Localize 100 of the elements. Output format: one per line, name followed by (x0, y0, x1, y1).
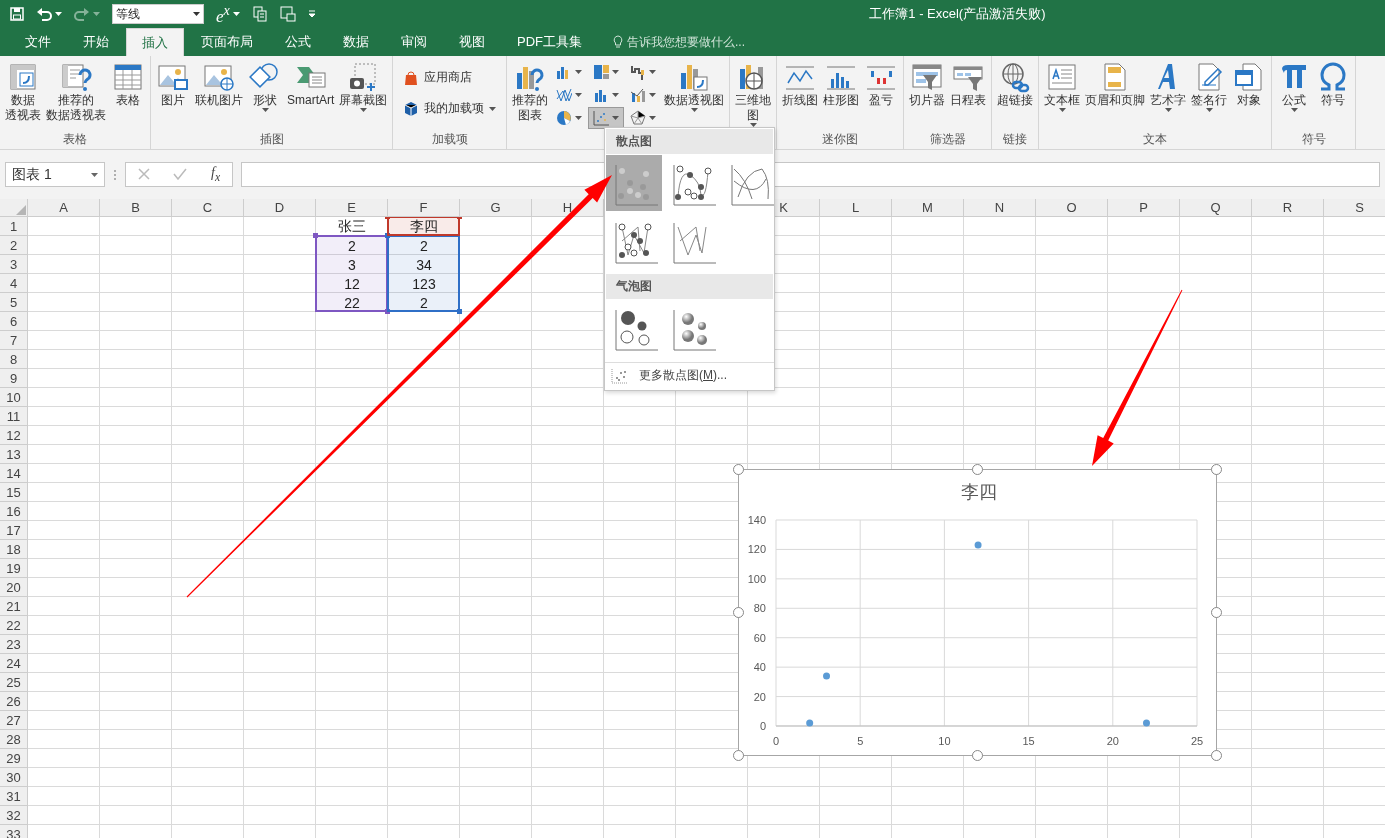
row-header[interactable]: 29 (0, 749, 28, 768)
column-header[interactable]: B (100, 199, 172, 217)
ribbon-tab[interactable]: 审阅 (386, 28, 442, 56)
row-header[interactable]: 18 (0, 540, 28, 559)
column-header[interactable]: Q (1180, 199, 1252, 217)
ribbon-button[interactable]: 推荐的 图表 (510, 59, 551, 125)
row-header[interactable]: 1 (0, 217, 28, 236)
resize-handle[interactable] (733, 464, 744, 475)
ribbon-button[interactable]: 三维地 图 (733, 59, 774, 129)
resize-handle[interactable] (972, 750, 983, 761)
ribbon-button[interactable]: 盈亏 (862, 59, 901, 110)
column-header[interactable]: S (1324, 199, 1385, 217)
ribbon-button[interactable]: 艺术字 (1148, 59, 1189, 114)
chart-area[interactable]: 李四 0 20 40 60 80 100 120 140 0 5 10 15 20 25 (738, 469, 1217, 756)
row-header[interactable]: 2 (0, 236, 28, 255)
column-header[interactable]: E (316, 199, 388, 217)
row-header[interactable]: 27 (0, 711, 28, 730)
chart-type-button[interactable] (588, 107, 625, 129)
row-header[interactable]: 6 (0, 312, 28, 331)
ribbon-button[interactable]: 推荐的 数据透视表 (44, 59, 108, 125)
ribbon-button[interactable]: 联机图片 (193, 59, 245, 110)
row-header[interactable]: 8 (0, 350, 28, 369)
ribbon-button[interactable]: 超链接 (995, 59, 1036, 110)
row-header[interactable]: 31 (0, 787, 28, 806)
equation-button[interactable]: e$^{x}$ (212, 0, 244, 29)
insert-function-button[interactable]: f$_{x}$ (211, 165, 221, 184)
ribbon-tab[interactable]: 页面布局 (186, 28, 268, 56)
font-box[interactable]: 等线 (112, 4, 204, 24)
row-header[interactable]: 28 (0, 730, 28, 749)
row-header[interactable]: 30 (0, 768, 28, 787)
row-header[interactable]: 11 (0, 407, 28, 426)
column-header[interactable]: M (892, 199, 964, 217)
ribbon-tab[interactable]: 公式 (270, 28, 326, 56)
resize-handle[interactable] (1211, 464, 1222, 475)
row-header[interactable]: 16 (0, 502, 28, 521)
resize-handle[interactable] (1211, 750, 1222, 761)
resize-handle[interactable] (733, 607, 744, 618)
row-header[interactable]: 20 (0, 578, 28, 597)
ribbon-button[interactable]: 屏幕截图 (337, 59, 390, 114)
row-header[interactable]: 10 (0, 388, 28, 407)
row-header[interactable]: 25 (0, 673, 28, 692)
column-header[interactable]: O (1036, 199, 1108, 217)
ribbon-button[interactable]: 形状 (246, 59, 284, 114)
resize-handle[interactable] (972, 464, 983, 475)
ribbon-button[interactable]: 公式 (1275, 59, 1314, 114)
row-header[interactable]: 15 (0, 483, 28, 502)
column-header[interactable]: N (964, 199, 1036, 217)
ribbon-button[interactable]: 应用商店 (400, 67, 500, 88)
column-header[interactable]: A (28, 199, 100, 217)
row-header[interactable]: 5 (0, 293, 28, 312)
ribbon-button[interactable]: SmartArt (285, 59, 337, 110)
row-header[interactable]: 33 (0, 825, 28, 838)
column-header[interactable]: L (820, 199, 892, 217)
ribbon-button[interactable]: 柱形图 (821, 59, 862, 110)
ribbon-tab[interactable]: PDF工具集 (502, 28, 597, 56)
ribbon-button[interactable]: 符号 (1314, 59, 1353, 110)
row-header[interactable]: 26 (0, 692, 28, 711)
row-header[interactable]: 22 (0, 616, 28, 635)
column-header[interactable]: R (1252, 199, 1324, 217)
row-header[interactable]: 32 (0, 806, 28, 825)
row-header[interactable]: 21 (0, 597, 28, 616)
link-icon (999, 61, 1032, 93)
ribbon-button[interactable]: 我的加载项 (400, 98, 500, 119)
ribbon-button[interactable]: 数据透视图 (662, 59, 727, 114)
column-header[interactable]: P (1108, 199, 1180, 217)
row-header[interactable]: 23 (0, 635, 28, 654)
resize-handle[interactable] (1211, 607, 1222, 618)
ribbon-tab[interactable]: 数据 (328, 28, 384, 56)
ribbon-button[interactable]: 文本框 (1042, 59, 1083, 114)
name-box[interactable]: 图表 1 (5, 162, 105, 187)
column-header[interactable]: F (388, 199, 460, 217)
ribbon-tab[interactable]: 视图 (444, 28, 500, 56)
row-header[interactable]: 4 (0, 274, 28, 293)
row-header[interactable]: 7 (0, 331, 28, 350)
row-header[interactable]: 14 (0, 464, 28, 483)
column-header[interactable]: G (460, 199, 532, 217)
row-header[interactable]: 3 (0, 255, 28, 274)
ribbon-button[interactable]: 日程表 (948, 59, 989, 110)
more-scatter-charts-item[interactable]: 更多散点图(M)... (605, 362, 774, 390)
column-header[interactable]: C (172, 199, 244, 217)
ribbon-button[interactable]: 签名行 (1189, 59, 1230, 114)
ribbon-tab[interactable]: 开始 (68, 28, 124, 56)
column-header[interactable]: D (244, 199, 316, 217)
row-header[interactable]: 9 (0, 369, 28, 388)
tell-me-field[interactable]: 告诉我您想要做什么... (613, 28, 745, 56)
ribbon-button[interactable]: 数据 透视表 (3, 59, 43, 125)
row-header[interactable]: 17 (0, 521, 28, 540)
row-header[interactable]: 19 (0, 559, 28, 578)
row-header[interactable]: 12 (0, 426, 28, 445)
ribbon-button[interactable]: 图片 (154, 59, 192, 110)
ribbon-button[interactable]: 表格 (109, 59, 147, 110)
ribbon-button[interactable]: 对象 (1230, 59, 1269, 110)
row-header[interactable]: 24 (0, 654, 28, 673)
ribbon-button[interactable]: 切片器 (907, 59, 948, 110)
resize-handle[interactable] (733, 750, 744, 761)
ribbon-tab[interactable]: 文件 (10, 28, 66, 56)
ribbon-tab[interactable]: 插入 (126, 28, 184, 56)
row-header[interactable]: 13 (0, 445, 28, 464)
ribbon-button[interactable]: 页眉和页脚 (1083, 59, 1148, 110)
ribbon-button[interactable]: 折线图 (780, 59, 821, 110)
